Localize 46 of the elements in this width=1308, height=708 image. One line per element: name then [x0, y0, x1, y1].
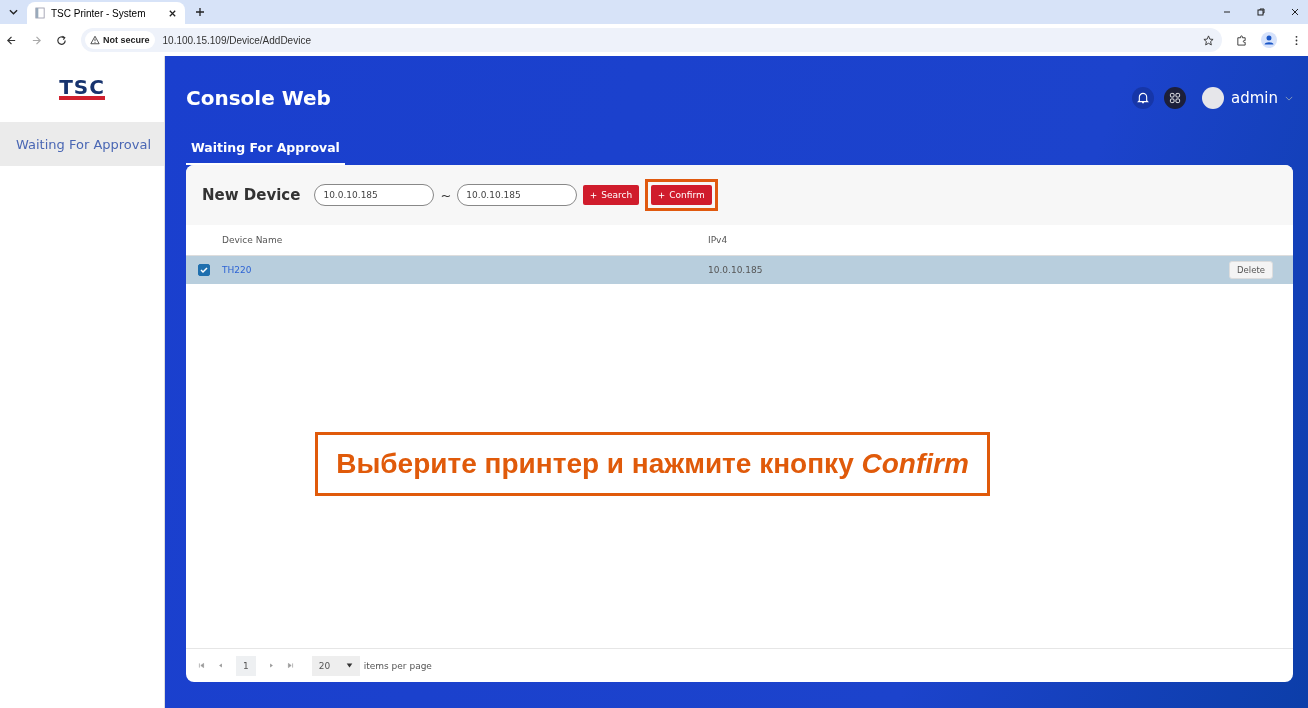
apps-icon[interactable]	[1164, 87, 1186, 109]
last-page-icon[interactable]	[286, 662, 294, 669]
device-link[interactable]: TH220	[222, 265, 252, 275]
confirm-button[interactable]: Confirm	[651, 185, 712, 205]
new-tab-icon[interactable]	[195, 7, 205, 17]
browser-tab[interactable]: TSC Printer - System	[27, 2, 185, 24]
close-icon[interactable]	[168, 8, 177, 18]
chevron-down-icon	[1285, 95, 1293, 101]
tab-list-icon[interactable]	[9, 9, 18, 15]
delete-button[interactable]: Delete	[1229, 261, 1273, 279]
page-size-dropdown[interactable]: 20	[311, 655, 360, 676]
user-menu[interactable]: admin	[1202, 87, 1293, 109]
plus-icon	[658, 191, 666, 199]
back-icon[interactable]	[6, 34, 17, 46]
reload-icon[interactable]	[56, 34, 67, 46]
security-chip[interactable]: Not secure	[85, 31, 155, 49]
avatar	[1202, 87, 1224, 109]
plus-icon	[590, 191, 598, 199]
ip-from-field[interactable]: 10.0.10.185	[314, 184, 435, 206]
checkbox[interactable]	[198, 264, 210, 276]
app-title: Console Web	[186, 86, 331, 110]
items-per-page-label: items per page	[363, 660, 432, 671]
logo: TSC	[59, 78, 105, 100]
profile-icon[interactable]	[1261, 32, 1277, 48]
page-number[interactable]: 1	[236, 655, 256, 676]
restore-icon[interactable]	[1256, 7, 1266, 17]
instruction-text: Выберите принтер и нажмите кнопку Confirm	[336, 448, 969, 480]
url-text: 10.100.15.109/Device/AddDevice	[162, 34, 311, 46]
table-row[interactable]: TH220 10.0.10.185 Delete	[186, 255, 1293, 284]
bell-icon[interactable]	[1132, 87, 1154, 109]
warning-icon	[90, 35, 100, 45]
search-button[interactable]: Search	[583, 185, 640, 205]
page-icon	[35, 7, 45, 19]
section-title: New Device	[202, 186, 301, 204]
close-icon[interactable]	[1290, 7, 1300, 17]
range-separator: ~	[440, 187, 452, 203]
column-header: IPv4	[708, 235, 729, 245]
column-header: Device Name	[222, 235, 284, 245]
puzzle-icon[interactable]	[1236, 34, 1247, 46]
ip-to-field[interactable]: 10.0.10.185	[457, 184, 578, 206]
address-bar[interactable]: Not secure 10.100.15.109/Device/AddDevice	[81, 28, 1222, 52]
dropdown-caret-icon	[345, 663, 353, 668]
first-page-icon[interactable]	[198, 662, 205, 669]
sidebar-item[interactable]: Waiting For Approval	[0, 122, 164, 166]
star-icon[interactable]	[1203, 34, 1214, 46]
table-cell-text: 10.0.10.185	[708, 265, 764, 275]
